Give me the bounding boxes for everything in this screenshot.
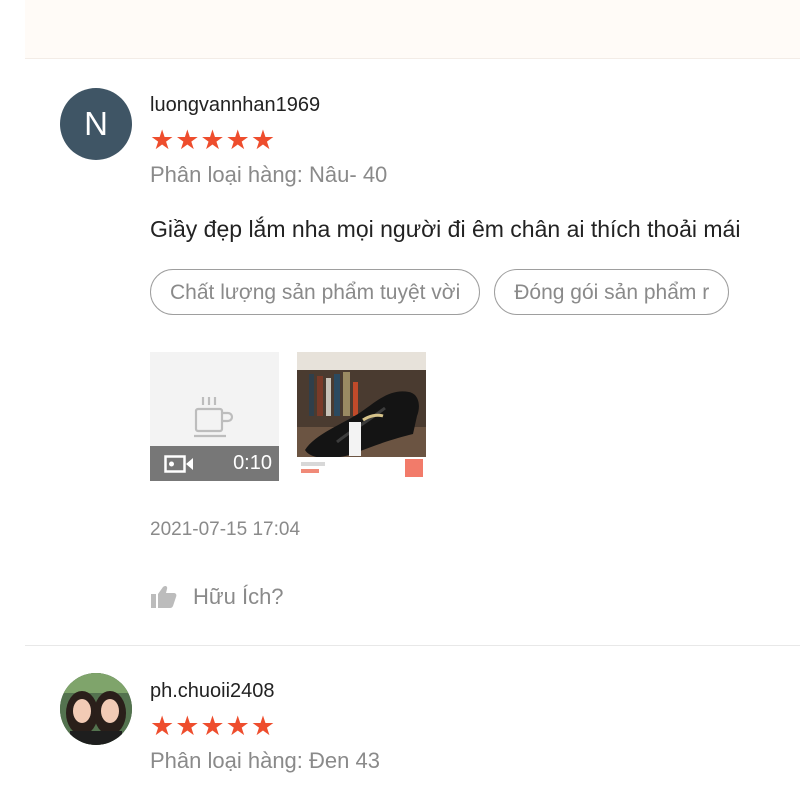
rating-stars: ★★★★★ — [150, 125, 277, 155]
thumbs-up-icon — [151, 585, 177, 608]
coffee-cup-icon — [194, 397, 234, 438]
review-tag: Chất lượng sản phẩm tuyệt vời — [150, 269, 481, 315]
variant-text: Phân loại hàng: Nâu- 40 — [150, 162, 388, 187]
helpful-label: Hữu Ích? — [193, 584, 284, 609]
video-camera-icon — [164, 455, 193, 473]
helpful-button[interactable]: Hữu Ích? — [150, 581, 284, 613]
review-divider — [25, 645, 800, 646]
video-thumbnail[interactable]: 0:10 — [150, 352, 279, 481]
avatar-letter: N — [84, 105, 108, 142]
review-timestamp: 2021-07-15 17:04 — [150, 519, 301, 540]
top-banner — [25, 0, 800, 59]
review-username: ph.chuoii2408 — [150, 680, 275, 702]
avatar-photo — [60, 673, 132, 745]
review-photo[interactable] — [297, 352, 426, 481]
variant-text: Phân loại hàng: Đen 43 — [150, 748, 380, 773]
shoe-photo — [297, 352, 426, 481]
avatar[interactable]: N — [60, 88, 132, 160]
review-username: luongvannhan1969 — [150, 94, 321, 116]
avatar[interactable] — [60, 673, 132, 745]
video-duration: 0:10 — [233, 452, 272, 474]
review-comment: Giầy đẹp lắm nha mọi người đi êm chân ai… — [150, 216, 741, 242]
review-tags: Chất lượng sản phẩm tuyệt vời Đóng gói sả… — [150, 269, 743, 315]
video-bar: 0:10 — [150, 446, 279, 481]
rating-stars: ★★★★★ — [150, 711, 277, 741]
review-tag: Đóng gói sản phẩm r — [494, 269, 730, 315]
